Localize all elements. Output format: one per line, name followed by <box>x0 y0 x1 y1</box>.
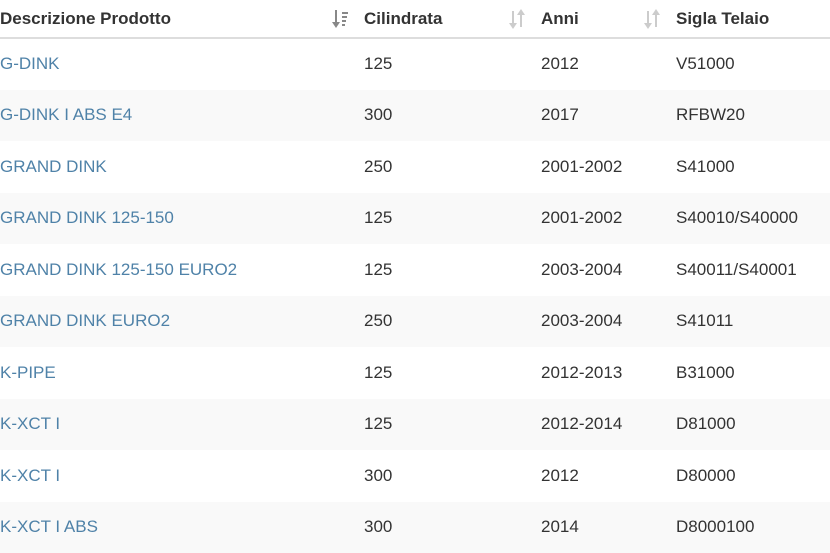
table-row: K-PIPE 125 2012-2013 B31000 <box>0 347 830 399</box>
cell-description: GRAND DINK <box>0 141 355 193</box>
product-link[interactable]: K-XCT I <box>0 414 60 433</box>
header-row: Descrizione Prodotto Cilindrata <box>0 0 830 38</box>
table-row: GRAND DINK 125-150 EURO2 125 2003-2004 S… <box>0 244 830 296</box>
column-header-years[interactable]: Anni <box>532 0 667 38</box>
column-header-label: Descrizione Prodotto <box>0 9 171 28</box>
cell-years: 2003-2004 <box>532 296 667 348</box>
column-header-label: Anni <box>541 9 579 28</box>
table-row: GRAND DINK EURO2 250 2003-2004 S41011 <box>0 296 830 348</box>
product-table: Descrizione Prodotto Cilindrata <box>0 0 830 553</box>
cell-frame-code: D80000 <box>667 450 830 502</box>
sort-both-icon <box>642 8 662 30</box>
cell-displacement: 125 <box>355 193 532 245</box>
table-row: GRAND DINK 250 2001-2002 S41000 <box>0 141 830 193</box>
product-link[interactable]: G-DINK I ABS E4 <box>0 105 132 124</box>
product-link[interactable]: GRAND DINK 125-150 <box>0 208 174 227</box>
column-header-label: Cilindrata <box>364 9 442 28</box>
column-header-frame-code[interactable]: Sigla Telaio <box>667 0 830 38</box>
cell-years: 2012 <box>532 450 667 502</box>
column-header-description[interactable]: Descrizione Prodotto <box>0 0 355 38</box>
sort-both-icon <box>507 8 527 30</box>
column-header-label: Sigla Telaio <box>676 9 769 28</box>
cell-frame-code: S41000 <box>667 141 830 193</box>
product-link[interactable]: GRAND DINK 125-150 EURO2 <box>0 260 237 279</box>
cell-displacement: 125 <box>355 38 532 90</box>
cell-description: GRAND DINK 125-150 EURO2 <box>0 244 355 296</box>
cell-years: 2012-2014 <box>532 399 667 451</box>
cell-years: 2001-2002 <box>532 141 667 193</box>
cell-frame-code: V51000 <box>667 38 830 90</box>
cell-displacement: 250 <box>355 296 532 348</box>
table-row: K-XCT I 125 2012-2014 D81000 <box>0 399 830 451</box>
cell-description: G-DINK I ABS E4 <box>0 90 355 142</box>
product-link[interactable]: G-DINK <box>0 54 60 73</box>
cell-displacement: 300 <box>355 450 532 502</box>
cell-frame-code: B31000 <box>667 347 830 399</box>
product-link[interactable]: GRAND DINK <box>0 157 107 176</box>
product-link[interactable]: K-PIPE <box>0 363 56 382</box>
cell-frame-code: S40010/S40000 <box>667 193 830 245</box>
cell-years: 2017 <box>532 90 667 142</box>
cell-years: 2001-2002 <box>532 193 667 245</box>
table-row: GRAND DINK 125-150 125 2001-2002 S40010/… <box>0 193 830 245</box>
cell-description: GRAND DINK 125-150 <box>0 193 355 245</box>
table-row: G-DINK 125 2012 V51000 <box>0 38 830 90</box>
cell-displacement: 250 <box>355 141 532 193</box>
product-link[interactable]: K-XCT I ABS <box>0 517 98 536</box>
table-header: Descrizione Prodotto Cilindrata <box>0 0 830 38</box>
cell-frame-code: D8000100 <box>667 502 830 553</box>
cell-frame-code: D81000 <box>667 399 830 451</box>
table-row: G-DINK I ABS E4 300 2017 RFBW20 <box>0 90 830 142</box>
cell-years: 2003-2004 <box>532 244 667 296</box>
cell-description: K-PIPE <box>0 347 355 399</box>
cell-displacement: 125 <box>355 399 532 451</box>
table-row: K-XCT I ABS 300 2014 D8000100 <box>0 502 830 553</box>
cell-description: G-DINK <box>0 38 355 90</box>
cell-displacement: 300 <box>355 502 532 553</box>
cell-displacement: 125 <box>355 244 532 296</box>
table-body: G-DINK 125 2012 V51000 G-DINK I ABS E4 3… <box>0 38 830 553</box>
cell-frame-code: S40011/S40001 <box>667 244 830 296</box>
cell-frame-code: RFBW20 <box>667 90 830 142</box>
product-link[interactable]: GRAND DINK EURO2 <box>0 311 170 330</box>
cell-displacement: 125 <box>355 347 532 399</box>
cell-description: K-XCT I ABS <box>0 502 355 553</box>
cell-frame-code: S41011 <box>667 296 830 348</box>
cell-years: 2012 <box>532 38 667 90</box>
sort-descending-active-icon <box>330 8 350 30</box>
cell-years: 2014 <box>532 502 667 553</box>
table-row: K-XCT I 300 2012 D80000 <box>0 450 830 502</box>
product-link[interactable]: K-XCT I <box>0 466 60 485</box>
column-header-displacement[interactable]: Cilindrata <box>355 0 532 38</box>
cell-displacement: 300 <box>355 90 532 142</box>
cell-years: 2012-2013 <box>532 347 667 399</box>
cell-description: K-XCT I <box>0 399 355 451</box>
cell-description: K-XCT I <box>0 450 355 502</box>
cell-description: GRAND DINK EURO2 <box>0 296 355 348</box>
